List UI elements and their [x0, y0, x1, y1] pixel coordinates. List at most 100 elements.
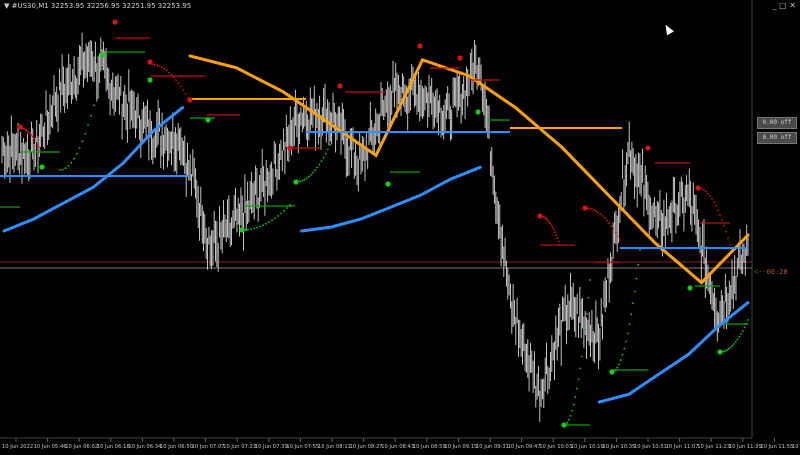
sar-trail-red — [608, 222, 610, 225]
sar-trail-red — [705, 190, 707, 193]
window-controls[interactable]: _ □ ✕ — [773, 1, 796, 10]
sar-trail-red — [584, 207, 586, 209]
sar-trail-green — [632, 302, 634, 305]
time-tick-label: 10 Jun 11:23 — [697, 444, 730, 450]
sar-trail-green — [589, 279, 591, 281]
sar-trail-green — [265, 222, 267, 225]
sar-trail-green — [577, 378, 580, 380]
sar-trail-green — [566, 421, 569, 424]
sar-trail-green — [719, 351, 721, 353]
time-tick-label: 10 Jun 11:39 — [729, 444, 762, 450]
series-line-blue — [597, 301, 750, 404]
price-chart[interactable]: 10 Jun 2022 10 Jun 05:4610 Jun 06:0210 Ju… — [0, 0, 800, 451]
sar-trail-red — [37, 146, 40, 149]
sar-trail-red — [180, 85, 182, 88]
sar-trail-green — [619, 359, 622, 361]
sar-trail-green — [244, 229, 246, 231]
sar-trail-red — [719, 214, 721, 216]
sar-trail-green — [78, 147, 81, 149]
sar-trail-green — [59, 169, 61, 171]
sar-trail-red — [601, 215, 604, 217]
sar-trail-green — [635, 277, 638, 280]
sar-trail-green — [581, 355, 583, 358]
sar-trail-green — [299, 180, 302, 183]
sar-trail-red — [187, 97, 189, 99]
sar-dot-green — [147, 77, 153, 83]
sar-dot-red — [645, 145, 651, 151]
sar-trail-green — [611, 371, 613, 373]
sar-dot-green — [205, 117, 211, 123]
symbol-label: #US30,M1 — [11, 2, 49, 10]
sar-trail-red — [595, 210, 597, 213]
sar-trail-green — [727, 348, 730, 350]
time-tick-label: 10 Jun 2022 — [2, 444, 33, 450]
chart-area[interactable]: 10 Jun 2022 10 Jun 05:46 10 Jun 06:02 10 Ju… — [0, 0, 800, 451]
ohlc-readout: 32253.95 32256.95 32251.95 32253.95 — [50, 2, 192, 10]
sar-trail-red — [36, 143, 39, 146]
sar-trail-green — [301, 179, 304, 182]
sar-trail-green — [327, 148, 329, 151]
sar-trail-red — [546, 219, 549, 222]
sar-trail-red — [151, 63, 154, 65]
time-tick-label: 10 Jun 08:43 — [381, 444, 414, 450]
indicator-badge-bottom: 0.00 off — [757, 132, 797, 144]
sar-trail-green — [612, 370, 615, 373]
sar-trail-green — [289, 204, 291, 206]
sar-dot-red — [112, 19, 118, 25]
sar-trail-green — [568, 419, 570, 421]
sar-trail-red — [559, 244, 561, 246]
sar-trail-red — [610, 225, 613, 227]
sar-trail-green — [731, 345, 734, 347]
sar-trail-red — [727, 237, 729, 240]
sar-trail-green — [81, 140, 84, 143]
sar-trail-green — [618, 363, 620, 366]
sar-trail-green — [722, 350, 725, 353]
sar-trail-green — [303, 178, 306, 181]
bar-countdown: <--00:28 — [754, 268, 788, 276]
sar-trail-red — [177, 82, 180, 84]
sar-trail-red — [29, 132, 31, 135]
sar-trail-green — [564, 423, 567, 426]
sar-trail-green — [572, 403, 575, 406]
sar-trail-green — [98, 81, 101, 83]
sar-trail-green — [312, 171, 314, 174]
sar-trail-green — [585, 313, 588, 315]
sar-trail-red — [552, 228, 555, 231]
sar-trail-green — [247, 228, 249, 231]
sar-trail-red — [619, 239, 621, 241]
sar-trail-green — [571, 409, 573, 412]
sar-trail-green — [262, 224, 264, 227]
sar-trail-red — [588, 207, 591, 210]
time-tick-label: 10 Jun 06:18 — [97, 444, 130, 450]
time-tick-label: 10 Jun 05:46 — [34, 444, 67, 450]
sar-trail-red — [711, 198, 713, 200]
sar-trail-red — [153, 63, 156, 66]
sar-trail-green — [280, 212, 282, 215]
sar-trail-red — [175, 79, 178, 81]
sar-trail-green — [324, 152, 327, 155]
sar-trail-green — [271, 219, 273, 222]
time-tick-label: 10 Jun 09:47 — [508, 444, 541, 450]
sar-dot-red — [337, 83, 343, 89]
dropdown-arrow-icon[interactable]: ▼ — [4, 2, 9, 10]
time-tick-label: 10 Jun 06:34 — [128, 444, 162, 450]
sar-trail-green — [633, 290, 636, 293]
sar-trail-red — [34, 139, 36, 142]
sar-trail-green — [314, 169, 316, 172]
sar-trail-green — [741, 330, 744, 332]
sar-trail-red — [184, 93, 187, 95]
time-tick-label: 10 Jun 09:15 — [444, 444, 477, 450]
time-tick-label: 10 Jun 07:39 — [255, 444, 288, 450]
sar-trail-red — [592, 209, 595, 211]
sar-trail-green — [563, 424, 565, 426]
sar-dot-red — [457, 55, 463, 61]
sar-trail-red — [725, 230, 727, 233]
sar-trail-red — [163, 67, 166, 70]
sar-trail-red — [707, 192, 709, 195]
sar-trail-green — [277, 215, 279, 217]
sar-trail-green — [104, 54, 106, 56]
time-tick-label: 10 Jun 07:07 — [192, 444, 225, 450]
sar-trail-green — [614, 369, 617, 371]
sar-trail-red — [721, 219, 723, 222]
sar-trail-red — [39, 149, 41, 151]
